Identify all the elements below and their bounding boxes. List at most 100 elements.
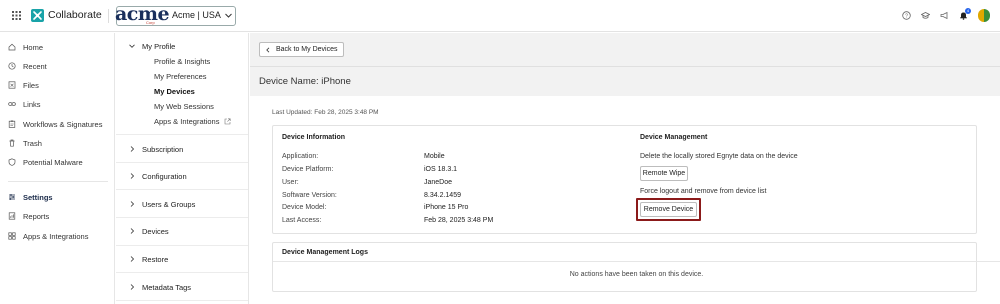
section-users-groups[interactable]: Users & Groups bbox=[128, 198, 195, 210]
tenant-label[interactable]: Acme | USA bbox=[172, 10, 221, 20]
nav-item-label: Home bbox=[23, 42, 44, 52]
trash-icon bbox=[9, 139, 15, 147]
chevron-right-icon bbox=[130, 284, 135, 290]
divider bbox=[116, 189, 248, 190]
info-label: Device Model: bbox=[282, 204, 327, 211]
nav-item-files[interactable]: Files bbox=[8, 79, 39, 91]
shield-icon bbox=[8, 158, 16, 166]
files-icon bbox=[8, 81, 16, 89]
nav-item-trash[interactable]: Trash bbox=[8, 137, 42, 149]
menu-item-my-web-sessions[interactable]: My Web Sessions bbox=[154, 102, 214, 111]
divider bbox=[116, 300, 248, 301]
chevron-right-icon bbox=[130, 146, 135, 152]
device-management-title: Device Management bbox=[640, 134, 708, 141]
info-value: Mobile bbox=[424, 153, 445, 160]
graduation-cap-icon[interactable] bbox=[921, 11, 930, 20]
divider bbox=[116, 217, 248, 218]
chevron-right-icon bbox=[130, 201, 135, 207]
divider bbox=[273, 261, 1000, 262]
report-icon bbox=[8, 212, 16, 220]
section-metadata-tags[interactable]: Metadata Tags bbox=[128, 281, 191, 293]
device-management-logs-card: Device Management Logs No actions have b… bbox=[272, 242, 1000, 292]
help-icon[interactable]: ? bbox=[902, 11, 911, 20]
section-label: Metadata Tags bbox=[142, 282, 192, 292]
chevron-right-icon bbox=[130, 228, 135, 234]
nav-item-recent[interactable]: Recent bbox=[8, 60, 47, 72]
menu-item-profile-insights[interactable]: Profile & Insights bbox=[154, 57, 210, 66]
nav-item-settings[interactable]: Settings bbox=[8, 191, 53, 203]
info-label: Last Access: bbox=[282, 217, 322, 224]
acme-logo: acme bbox=[115, 3, 170, 25]
remote-wipe-button[interactable]: Remote Wipe bbox=[640, 166, 688, 181]
nav-item-label: Apps & Integrations bbox=[23, 231, 89, 241]
remove-device-description: Force logout and remove from device list bbox=[640, 188, 767, 195]
section-devices[interactable]: Devices bbox=[128, 225, 169, 237]
nav-item-label: Recent bbox=[23, 61, 47, 71]
divider bbox=[116, 272, 248, 273]
acme-logo-subtext: Corp bbox=[146, 20, 155, 25]
nav-item-label: Potential Malware bbox=[23, 157, 83, 167]
nav-item-label: Workflows & Signatures bbox=[23, 119, 103, 129]
section-label: Configuration bbox=[142, 171, 187, 181]
device-information-title: Device Information bbox=[282, 134, 346, 141]
info-label: Device Platform: bbox=[282, 166, 334, 173]
my-profile-section[interactable]: My Profile bbox=[128, 40, 175, 52]
info-value: Feb 28, 2025 3:48 PM bbox=[424, 217, 494, 224]
megaphone-icon[interactable] bbox=[940, 11, 949, 20]
info-value: iOS 18.3.1 bbox=[424, 166, 458, 173]
section-configuration[interactable]: Configuration bbox=[128, 170, 187, 182]
info-value: iPhone 15 Pro bbox=[424, 204, 469, 211]
info-value: JaneDoe bbox=[424, 179, 453, 186]
apps-icon bbox=[8, 232, 16, 240]
nav-item-home[interactable]: Home bbox=[8, 41, 43, 53]
menu-item-apps-integrations[interactable]: Apps & Integrations bbox=[154, 117, 231, 126]
nav-item-apps-integrations[interactable]: Apps & Integrations bbox=[8, 230, 88, 242]
chevron-down-icon[interactable] bbox=[224, 11, 233, 20]
nav-item-label: Reports bbox=[23, 211, 50, 221]
divider bbox=[8, 181, 108, 182]
nav-item-potential-malware[interactable]: Potential Malware bbox=[8, 156, 83, 168]
info-label: User: bbox=[282, 179, 299, 186]
section-restore[interactable]: Restore bbox=[128, 253, 168, 265]
divider bbox=[116, 134, 248, 135]
nav-item-links[interactable]: Links bbox=[8, 98, 41, 110]
svg-text:?: ? bbox=[905, 13, 908, 19]
section-label: Restore bbox=[142, 254, 169, 264]
app-grid-icon[interactable] bbox=[12, 11, 21, 20]
nav-item-reports[interactable]: Reports bbox=[8, 210, 49, 222]
back-to-my-devices-button[interactable]: Back to My Devices bbox=[259, 42, 345, 57]
home-icon bbox=[8, 43, 16, 51]
logs-title: Device Management Logs bbox=[282, 249, 368, 256]
remove-device-button[interactable]: Remove Device bbox=[640, 202, 697, 217]
app-name: Collaborate bbox=[48, 9, 102, 21]
divider bbox=[116, 245, 248, 246]
settings-panel: My Profile Profile & Insights My Prefere… bbox=[116, 33, 249, 304]
menu-item-my-preferences[interactable]: My Preferences bbox=[154, 72, 207, 81]
nav-item-workflows[interactable]: Workflows & Signatures bbox=[8, 118, 102, 130]
section-subscription[interactable]: Subscription bbox=[128, 143, 183, 155]
info-value: 8.34.2.1459 bbox=[424, 192, 461, 199]
clipboard-icon bbox=[8, 120, 16, 128]
nav-item-label: Settings bbox=[23, 192, 53, 202]
left-nav: Home Recent Files Links Workflows & Sign… bbox=[0, 33, 115, 304]
section-label: Users & Groups bbox=[142, 199, 196, 209]
logs-empty-message: No actions have been taken on this devic… bbox=[569, 271, 704, 278]
chevron-left-icon bbox=[266, 47, 270, 52]
chevron-right-icon bbox=[130, 173, 135, 179]
chevron-down-icon bbox=[129, 44, 135, 48]
nav-item-label: Links bbox=[23, 99, 41, 109]
notification-badge: 4 bbox=[965, 8, 971, 14]
divider bbox=[116, 162, 248, 163]
menu-item-label: Apps & Integrations bbox=[154, 117, 220, 126]
page-header bbox=[250, 33, 1000, 96]
section-label: My Profile bbox=[142, 41, 176, 51]
device-details-card: Device Information Application: Mobile D… bbox=[272, 125, 977, 234]
divider bbox=[250, 66, 1000, 67]
avatar[interactable] bbox=[978, 9, 990, 22]
divider bbox=[108, 9, 109, 23]
sliders-icon bbox=[9, 194, 15, 200]
info-label: Application: bbox=[282, 153, 319, 160]
page-title: Device Name: iPhone bbox=[259, 76, 351, 87]
nav-item-label: Trash bbox=[23, 138, 42, 148]
menu-item-my-devices[interactable]: My Devices bbox=[154, 87, 195, 96]
